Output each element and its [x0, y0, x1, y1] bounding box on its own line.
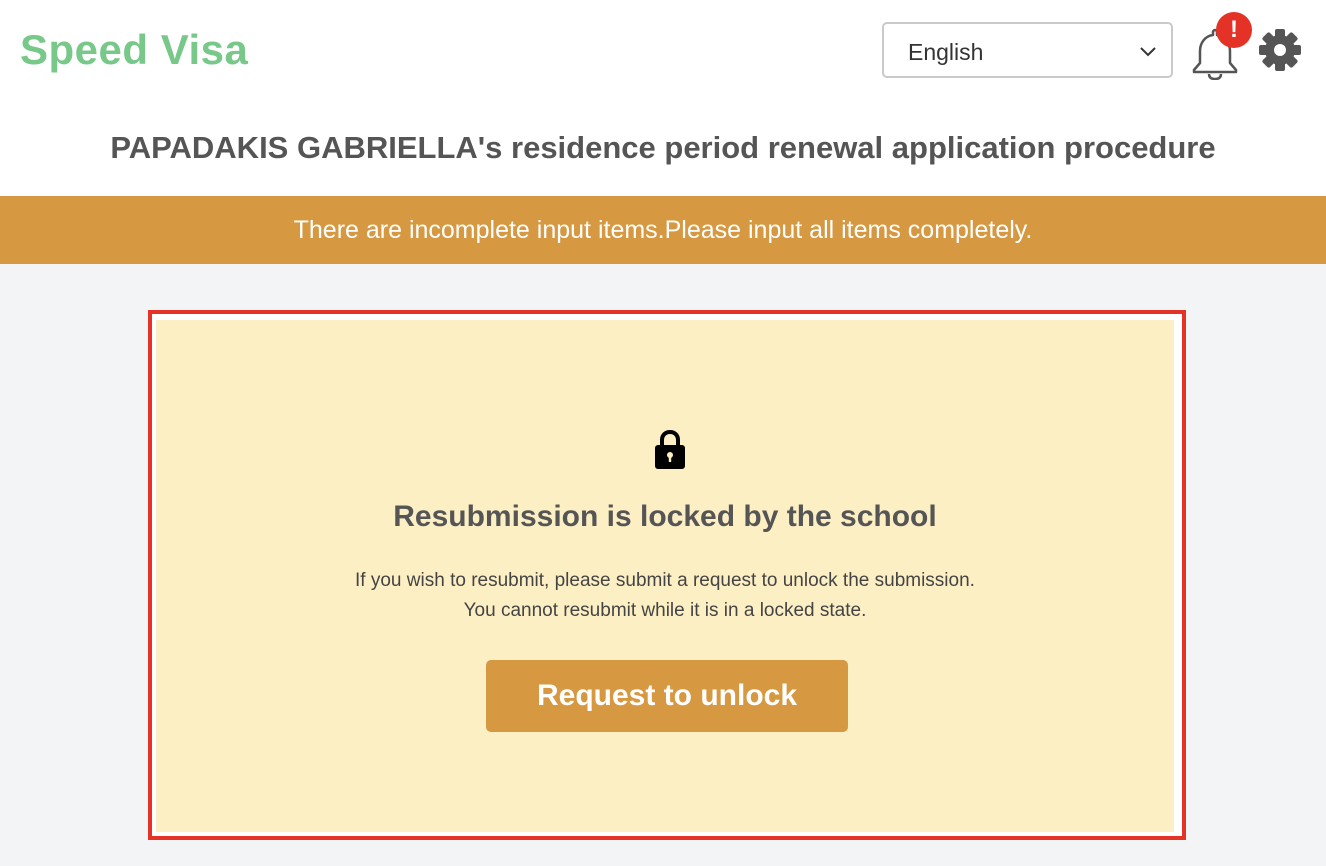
request-unlock-button[interactable]: Request to unlock	[486, 660, 848, 732]
incomplete-input-banner: There are incomplete input items.Please …	[0, 196, 1326, 264]
lock-heading: Resubmission is locked by the school	[393, 500, 937, 533]
chevron-down-icon	[1140, 47, 1156, 57]
locked-notice-content: Resubmission is locked by the school If …	[156, 320, 1174, 832]
lock-message-line-2: You cannot resubmit while it is in a loc…	[463, 600, 867, 621]
language-select-value: English	[908, 39, 984, 65]
gear-icon[interactable]	[1257, 27, 1303, 73]
lock-message: If you wish to resubmit, please submit a…	[156, 566, 1174, 626]
lock-icon	[655, 429, 685, 469]
page-title: PAPADAKIS GABRIELLA's residence period r…	[110, 130, 1216, 165]
lock-message-line-1: If you wish to resubmit, please submit a…	[355, 570, 975, 591]
locked-notice-panel: Resubmission is locked by the school If …	[148, 310, 1186, 840]
notification-badge[interactable]: !	[1216, 12, 1252, 48]
app-header: Speed Visa English ! PAPADAKIS GABRIELLA…	[0, 0, 1326, 196]
app-logo[interactable]: Speed Visa	[20, 26, 248, 74]
language-select[interactable]: English	[882, 22, 1173, 78]
